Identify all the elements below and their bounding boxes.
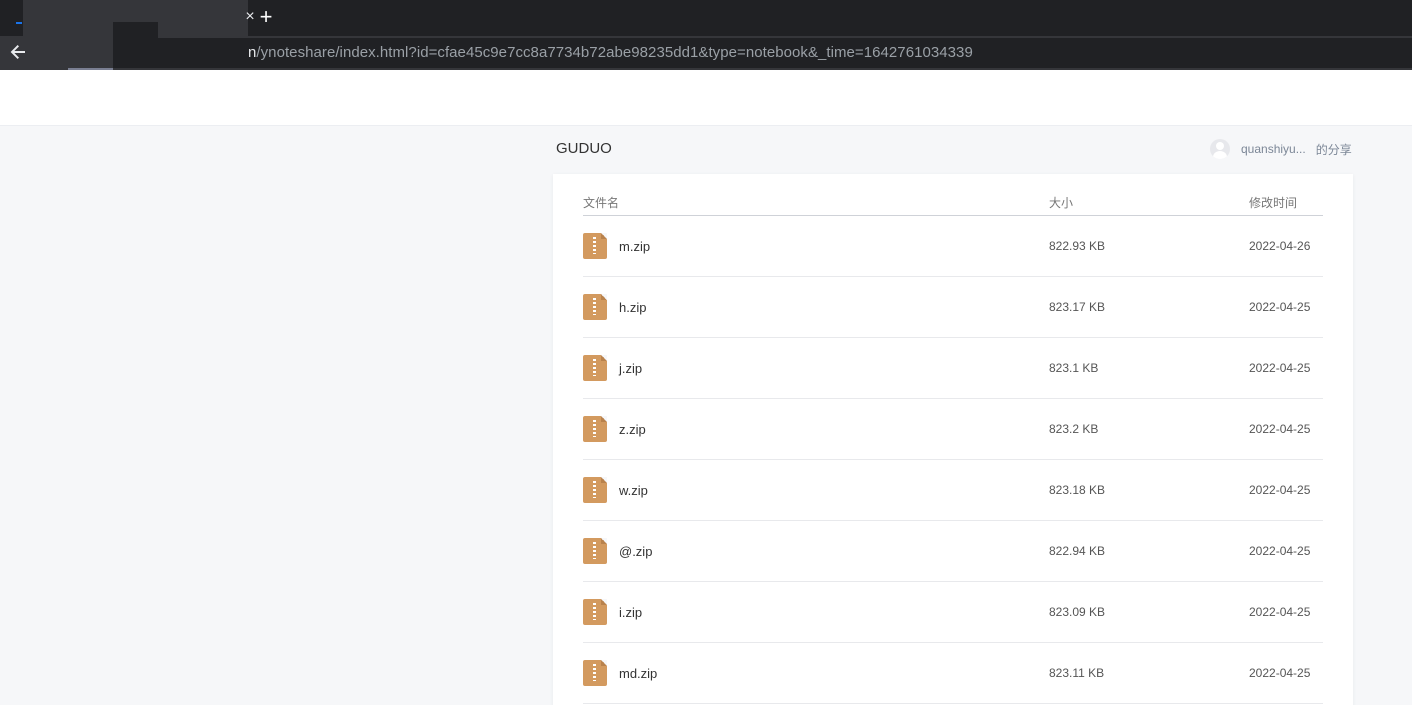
column-header-size: 大小 [1049, 196, 1074, 210]
file-list: m.zip 822.93 KB 2022-04-26 h.zip 823.17 … [583, 216, 1323, 704]
file-size: 823.17 KB [1049, 300, 1106, 314]
tab-accent [16, 22, 22, 24]
file-row[interactable]: @.zip 822.94 KB 2022-04-25 [583, 521, 1323, 582]
file-row[interactable]: w.zip 823.18 KB 2022-04-25 [583, 460, 1323, 521]
browser-tabbar: × + [0, 0, 1412, 36]
back-arrow-icon[interactable] [6, 40, 30, 64]
column-header-name: 文件名 [583, 196, 620, 210]
file-size: 823.11 KB [1049, 666, 1105, 680]
file-row[interactable]: j.zip 823.1 KB 2022-04-25 [583, 338, 1323, 399]
file-modified-time: 2022-04-25 [1249, 300, 1311, 314]
file-name[interactable]: z.zip [619, 422, 646, 437]
file-name[interactable]: i.zip [619, 605, 642, 620]
owner-name[interactable]: quanshiyu... [1241, 142, 1306, 156]
column-header-time: 修改时间 [1249, 196, 1298, 210]
file-row[interactable]: m.zip 822.93 KB 2022-04-26 [583, 216, 1323, 277]
page-header [0, 70, 1412, 126]
file-size: 822.93 KB [1049, 239, 1106, 253]
notebook-title: GUDUO [556, 140, 612, 157]
file-row[interactable]: md.zip 823.11 KB 2022-04-25 [583, 643, 1323, 704]
zip-file-icon [583, 416, 607, 442]
new-tab-icon[interactable]: + [255, 5, 277, 29]
zip-file-icon [583, 233, 607, 259]
address-bar[interactable]: n/ynoteshare/index.html?id=cfae45c9e7cc8… [158, 38, 1412, 68]
file-modified-time: 2022-04-25 [1249, 422, 1311, 436]
file-name[interactable]: md.zip [619, 666, 657, 681]
zip-file-icon [583, 477, 607, 503]
zip-file-icon [583, 599, 607, 625]
file-name[interactable]: j.zip [619, 361, 642, 376]
share-suffix: 的分享 [1315, 142, 1352, 157]
file-list-header: 文件名 大小 修改时间 [583, 194, 1323, 216]
file-size: 823.2 KB [1049, 422, 1099, 436]
zip-file-icon [583, 660, 607, 686]
file-size: 822.94 KB [1049, 544, 1106, 558]
file-modified-time: 2022-04-25 [1249, 361, 1311, 375]
file-modified-time: 2022-04-25 [1249, 605, 1311, 619]
file-row[interactable]: h.zip 823.17 KB 2022-04-25 [583, 277, 1323, 338]
file-size: 823.09 KB [1049, 605, 1106, 619]
redaction-block [113, 22, 158, 68]
browser-toolbar: n/ynoteshare/index.html?id=cfae45c9e7cc8… [0, 36, 1412, 70]
file-size: 823.1 KB [1049, 361, 1099, 375]
file-modified-time: 2022-04-25 [1249, 544, 1311, 558]
owner-info: quanshiyu... 的分享 [1210, 138, 1352, 160]
file-row[interactable]: z.zip 823.2 KB 2022-04-25 [583, 399, 1323, 460]
file-name[interactable]: m.zip [619, 239, 650, 254]
zip-file-icon [583, 294, 607, 320]
file-name[interactable]: h.zip [619, 300, 646, 315]
url-path: /ynoteshare/index.html?id=cfae45c9e7cc8a… [256, 44, 973, 61]
file-name[interactable]: w.zip [619, 483, 648, 498]
file-modified-time: 2022-04-25 [1249, 483, 1311, 497]
file-modified-time: 2022-04-25 [1249, 666, 1311, 680]
user-avatar-icon [1210, 139, 1230, 159]
url-text: n/ynoteshare/index.html?id=cfae45c9e7cc8… [248, 44, 973, 61]
file-modified-time: 2022-04-26 [1249, 239, 1311, 253]
zip-file-icon [583, 355, 607, 381]
file-row[interactable]: i.zip 823.09 KB 2022-04-25 [583, 582, 1323, 643]
zip-file-icon [583, 538, 607, 564]
file-name[interactable]: @.zip [619, 544, 652, 559]
file-list-card: 文件名 大小 修改时间 m.zip 822.93 KB 2022-04-26 h… [553, 174, 1353, 705]
file-size: 823.18 KB [1049, 483, 1106, 497]
